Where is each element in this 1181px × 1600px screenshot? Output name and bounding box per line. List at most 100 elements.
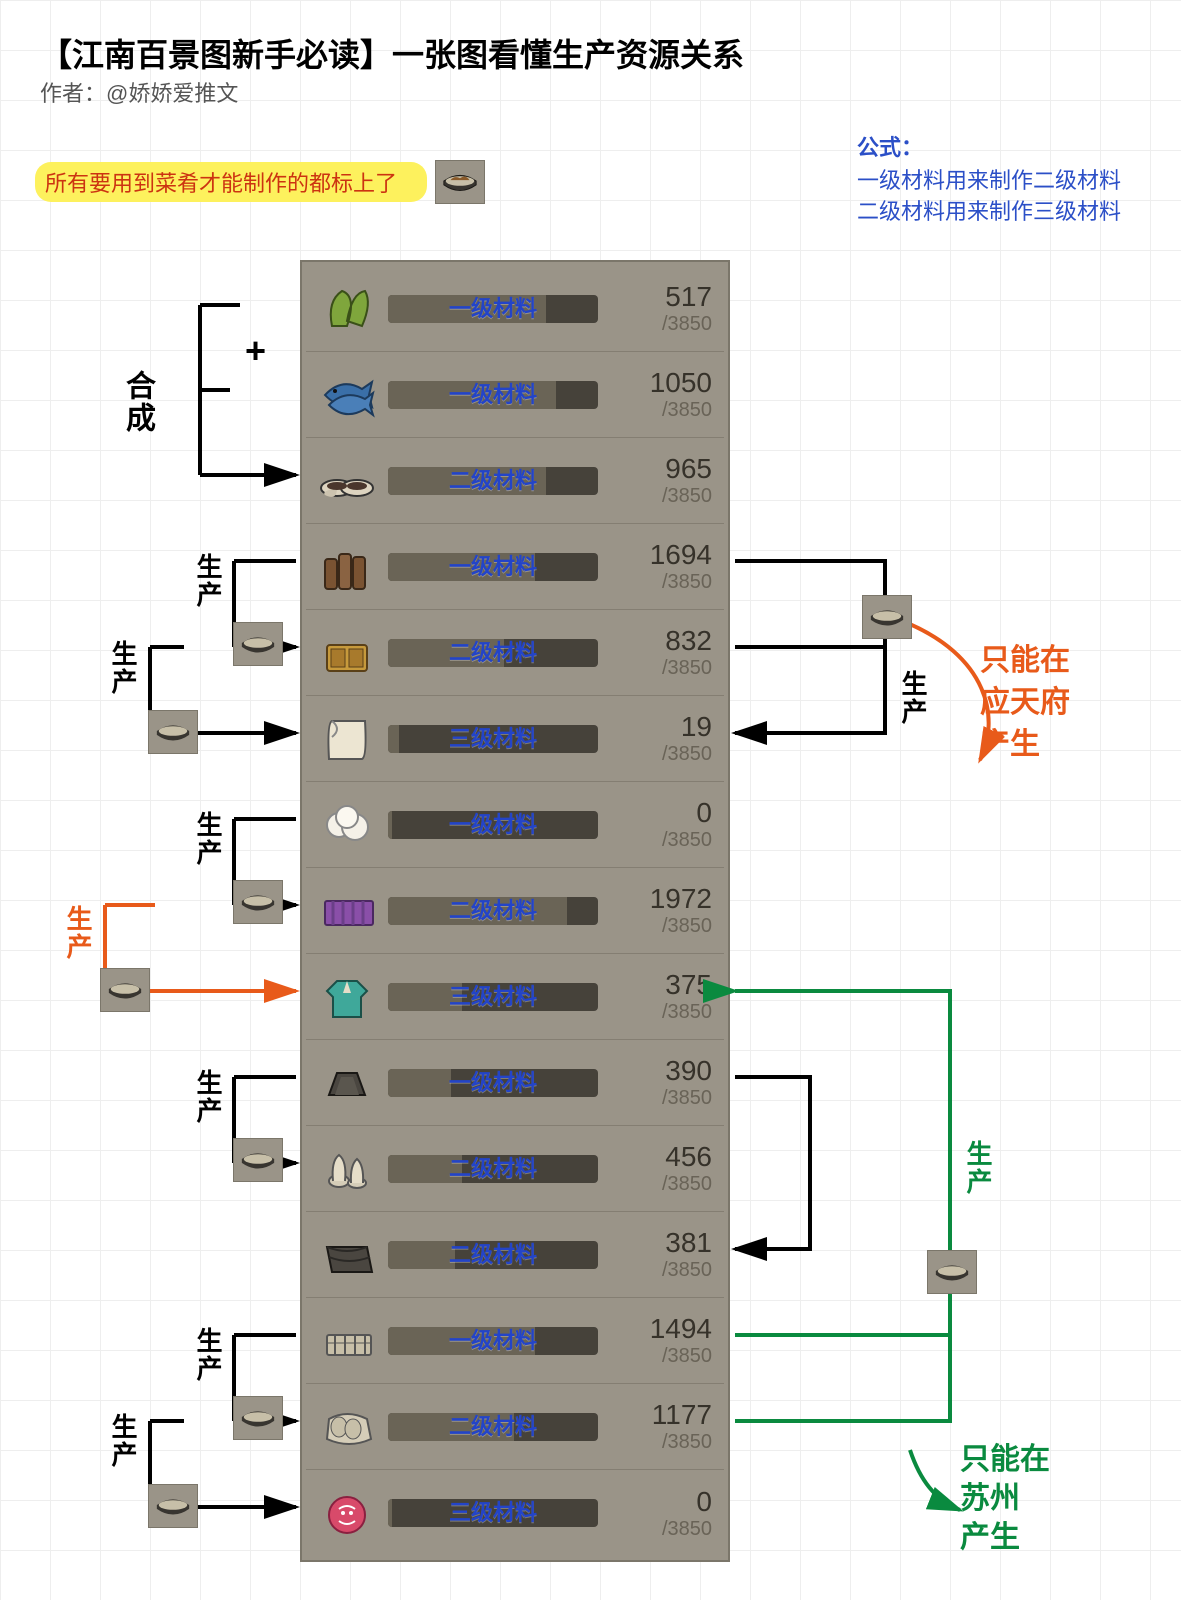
highlight-text: 所有要用到菜肴才能制作的都标上了	[35, 162, 427, 202]
row-bar: 二级材料	[384, 1413, 608, 1441]
level-label: 二级材料	[388, 897, 598, 925]
row-bar: 三级材料	[384, 725, 608, 753]
resource-row: 二级材料 381 /3850	[306, 1212, 724, 1298]
fish-icon	[312, 361, 384, 429]
max-value: /3850	[608, 1431, 712, 1454]
level-label: 一级材料	[388, 381, 598, 409]
row-bar: 一级材料	[384, 381, 608, 409]
current-value: 1972	[608, 883, 712, 915]
row-values: 0 /3850	[608, 797, 718, 852]
row-bar: 一级材料	[384, 811, 608, 839]
level-label: 一级材料	[388, 1327, 598, 1355]
tile-icon	[312, 1221, 384, 1289]
row-values: 390 /3850	[608, 1055, 718, 1110]
clay-icon	[312, 1049, 384, 1117]
dish-icon	[148, 710, 198, 754]
row-values: 19 /3850	[608, 711, 718, 766]
dish-icon	[233, 622, 283, 666]
max-value: /3850	[608, 1518, 712, 1541]
level-label: 一级材料	[388, 811, 598, 839]
dish-icon	[233, 880, 283, 924]
row-values: 965 /3850	[608, 453, 718, 508]
resource-row: 三级材料 375 /3850	[306, 954, 724, 1040]
max-value: /3850	[608, 313, 712, 336]
dish-icon	[927, 1250, 977, 1294]
highlight-row: 所有要用到菜肴才能制作的都标上了	[35, 160, 485, 204]
row-bar: 一级材料	[384, 295, 608, 323]
max-value: /3850	[608, 1259, 712, 1282]
dish-icon	[233, 1138, 283, 1182]
row-bar: 二级材料	[384, 897, 608, 925]
level-label: 三级材料	[388, 725, 598, 753]
current-value: 390	[608, 1055, 712, 1087]
resource-row: 一级材料 390 /3850	[306, 1040, 724, 1126]
iron-icon	[312, 1307, 384, 1375]
pottery-icon	[312, 1135, 384, 1203]
resource-row: 二级材料 1177 /3850	[306, 1384, 724, 1470]
dish-icon	[233, 1396, 283, 1440]
row-bar: 二级材料	[384, 467, 608, 495]
current-value: 1050	[608, 367, 712, 399]
dish-bowls-icon	[312, 447, 384, 515]
current-value: 0	[608, 1486, 712, 1518]
row-values: 0 /3850	[608, 1486, 718, 1541]
row-values: 1694 /3850	[608, 539, 718, 594]
resource-row: 二级材料 965 /3850	[306, 438, 724, 524]
row-values: 381 /3850	[608, 1227, 718, 1282]
formula-title: 公式：	[857, 130, 1121, 162]
plus-symbol: +	[245, 330, 266, 372]
level-label: 二级材料	[388, 467, 598, 495]
resource-panel: 一级材料 517 /3850 一级材料 1050 /3850 二级材料 965 …	[300, 260, 730, 1562]
row-values: 1494 /3850	[608, 1313, 718, 1368]
row-values: 375 /3850	[608, 969, 718, 1024]
dish-icon	[148, 1484, 198, 1528]
level-label: 一级材料	[388, 295, 598, 323]
max-value: /3850	[608, 1345, 712, 1368]
resource-row: 三级材料 0 /3850	[306, 1470, 724, 1556]
row-bar: 三级材料	[384, 1499, 608, 1527]
resource-row: 一级材料 1494 /3850	[306, 1298, 724, 1384]
max-value: /3850	[608, 1173, 712, 1196]
max-value: /3850	[608, 743, 712, 766]
cotton-icon	[312, 791, 384, 859]
row-bar: 一级材料	[384, 1327, 608, 1355]
label-produce-7: 生产	[105, 1413, 142, 1469]
row-bar: 二级材料	[384, 1155, 608, 1183]
resource-row: 一级材料 1050 /3850	[306, 352, 724, 438]
paper-icon	[312, 705, 384, 773]
dish-icon	[862, 595, 912, 639]
row-values: 517 /3850	[608, 281, 718, 336]
label-produce-6: 生产	[190, 1327, 227, 1383]
level-label: 二级材料	[388, 1155, 598, 1183]
resource-row: 一级材料 517 /3850	[306, 266, 724, 352]
level-label: 三级材料	[388, 983, 598, 1011]
row-values: 1177 /3850	[608, 1399, 718, 1454]
note-orange: 只能在 应天府 产生	[980, 640, 1070, 766]
current-value: 517	[608, 281, 712, 313]
max-value: /3850	[608, 657, 712, 680]
max-value: /3850	[608, 1087, 712, 1110]
row-bar: 一级材料	[384, 553, 608, 581]
cloth-icon	[312, 877, 384, 945]
level-label: 二级材料	[388, 639, 598, 667]
row-values: 1050 /3850	[608, 367, 718, 422]
current-value: 965	[608, 453, 712, 485]
row-bar: 一级材料	[384, 1069, 608, 1097]
label-combine: 合成	[115, 370, 159, 434]
current-value: 832	[608, 625, 712, 657]
max-value: /3850	[608, 1001, 712, 1024]
garment-icon	[312, 963, 384, 1031]
row-bar: 二级材料	[384, 639, 608, 667]
level-label: 一级材料	[388, 553, 598, 581]
current-value: 19	[608, 711, 712, 743]
resource-row: 一级材料 1694 /3850	[306, 524, 724, 610]
wood-icon	[312, 533, 384, 601]
resource-row: 三级材料 19 /3850	[306, 696, 724, 782]
dish-icon	[100, 968, 150, 1012]
max-value: /3850	[608, 915, 712, 938]
page-title: 【江南百景图新手必读】一张图看懂生产资源关系	[40, 30, 744, 76]
max-value: /3850	[608, 399, 712, 422]
resource-row: 一级材料 0 /3850	[306, 782, 724, 868]
label-produce-right-1: 生产	[895, 670, 932, 726]
label-produce-right-2-green: 生产	[960, 1140, 997, 1196]
